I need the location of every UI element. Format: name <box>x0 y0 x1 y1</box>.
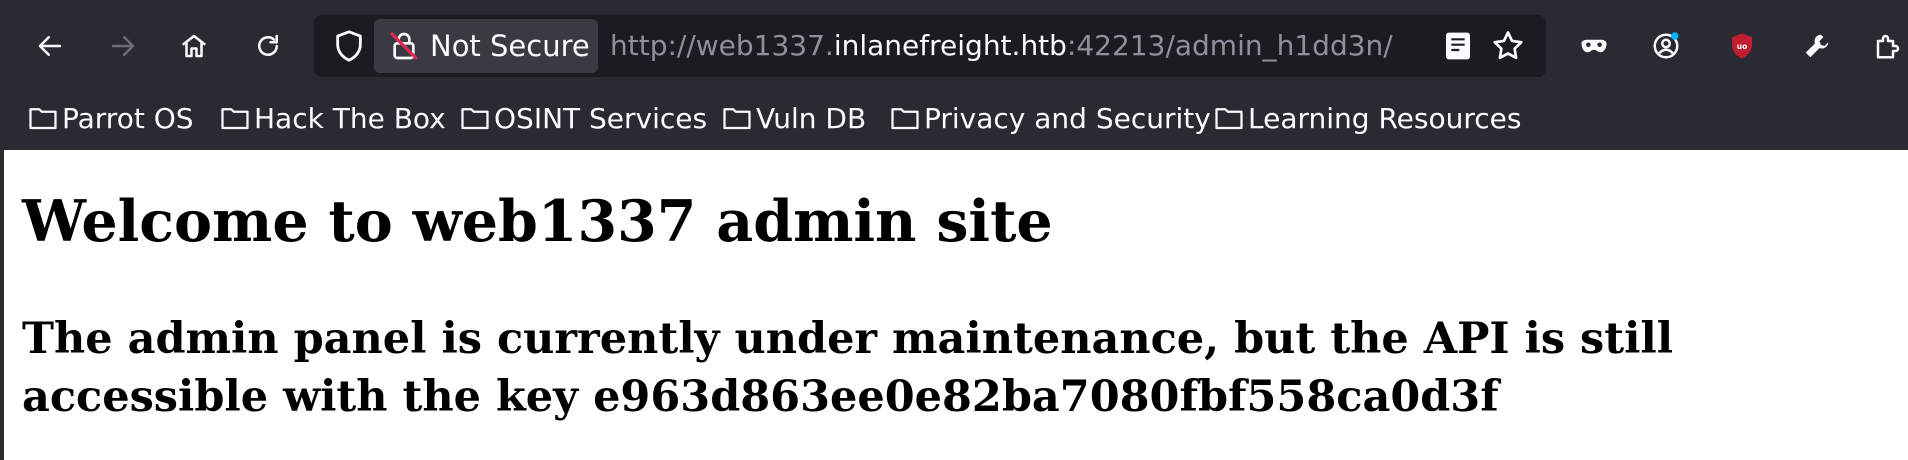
window-edge <box>0 150 4 460</box>
security-label: Not Secure <box>430 29 590 63</box>
forward-icon <box>111 36 135 56</box>
bookmark-label: Learning Resources <box>1248 101 1522 135</box>
home-icon <box>181 34 207 58</box>
bookmark-folder-hack-the-box[interactable]: Hack The Box <box>220 92 446 144</box>
bookmark-folder-privacy-and-security[interactable]: Privacy and Security <box>890 92 1211 144</box>
reader-view-icon[interactable] <box>1442 30 1474 62</box>
url-domain: inlanefreight.htb <box>833 29 1067 62</box>
svg-text:uo: uo <box>1737 42 1748 51</box>
site-security-button[interactable]: Not Secure <box>374 19 598 73</box>
bookmark-label: Privacy and Security <box>924 101 1211 135</box>
back-button[interactable] <box>28 24 72 68</box>
reload-icon <box>258 34 278 56</box>
folder-icon <box>723 108 751 130</box>
url-bar[interactable]: Not Secure http://web1337.inlanefreight.… <box>314 15 1546 77</box>
bookmark-label: Parrot OS <box>62 101 194 135</box>
url-prefix: http://web1337. <box>610 29 834 62</box>
bookmark-label: OSINT Services <box>494 101 708 135</box>
private-browsing-button[interactable] <box>1572 24 1616 68</box>
url-text[interactable]: http://web1337.inlanefreight.htb:42213/a… <box>610 15 1393 77</box>
private-mask-icon <box>1581 39 1607 53</box>
account-button[interactable] <box>1644 24 1688 68</box>
extensions-button[interactable] <box>1866 24 1908 68</box>
folder-icon <box>221 108 249 130</box>
folder-icon <box>461 108 489 130</box>
bookmark-folder-learning-resources[interactable]: Learning Resources <box>1214 92 1521 144</box>
bookmarks-toolbar: Parrot OS Hack The Box OSINT Services Vu… <box>0 92 1908 150</box>
extensions-icon <box>1876 34 1900 59</box>
bookmark-folder-vuln-db[interactable]: Vuln DB <box>722 92 866 144</box>
bookmark-label: Vuln DB <box>756 101 867 135</box>
bookmark-folder-osint-services[interactable]: OSINT Services <box>460 92 707 144</box>
forward-button[interactable] <box>101 24 145 68</box>
folder-icon <box>29 108 57 130</box>
ublock-button[interactable]: uo <box>1720 24 1764 68</box>
shield-icon[interactable] <box>332 29 366 63</box>
account-icon <box>1653 32 1679 59</box>
lock-slash-icon <box>390 32 418 60</box>
bookmark-folder-parrot-os[interactable]: Parrot OS <box>28 92 194 144</box>
bookmark-star-icon[interactable] <box>1490 28 1526 64</box>
tools-button[interactable] <box>1795 24 1839 68</box>
page-subheading: The admin panel is currently under maint… <box>22 314 1674 422</box>
reload-button[interactable] <box>246 24 290 68</box>
folder-icon <box>891 108 919 130</box>
page-content: Welcome to web1337 admin site The admin … <box>0 150 1908 460</box>
wrench-icon <box>1805 34 1829 58</box>
folder-icon <box>1215 108 1243 130</box>
bookmark-label: Hack The Box <box>254 101 446 135</box>
home-button[interactable] <box>172 24 216 68</box>
back-icon <box>38 36 62 56</box>
url-suffix: :42213/admin_h1dd3n/ <box>1066 29 1393 62</box>
page-heading: Welcome to web1337 admin site <box>22 188 1053 255</box>
ublock-icon: uo <box>1732 33 1752 59</box>
browser-toolbar: Not Secure http://web1337.inlanefreight.… <box>0 0 1908 92</box>
